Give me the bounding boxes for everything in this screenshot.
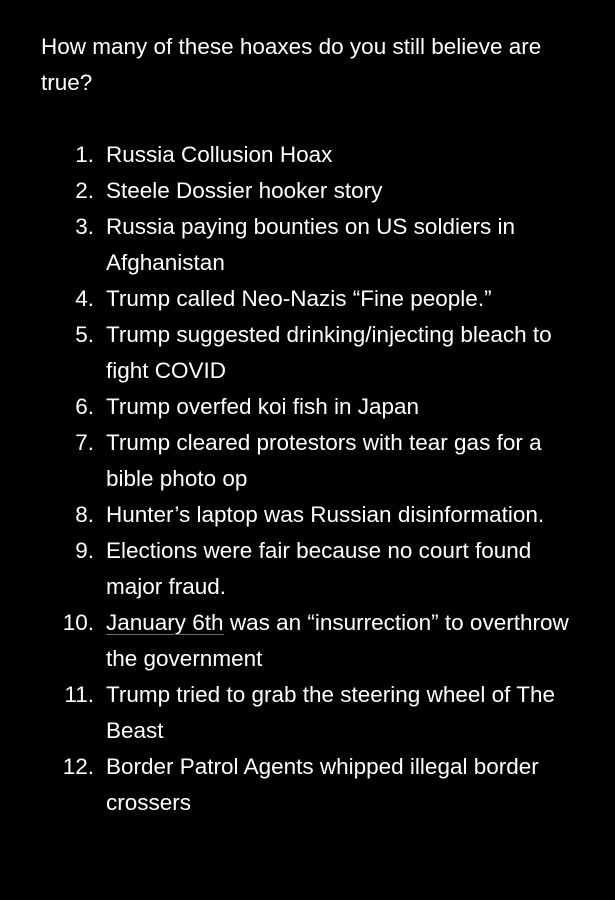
- list-item-number: 4.: [75, 286, 94, 311]
- list-item-number: 8.: [75, 502, 94, 527]
- list-item-text: Russia Collusion Hoax: [106, 142, 333, 167]
- list-item-text: Border Patrol Agents whipped illegal bor…: [106, 754, 539, 815]
- list-item: 11. Trump tried to grab the steering whe…: [41, 677, 586, 749]
- list-item-number: 3.: [75, 214, 94, 239]
- list-item: 2. Steele Dossier hooker story: [41, 173, 586, 209]
- list-item: 6. Trump overfed koi fish in Japan: [41, 389, 586, 425]
- list-item-text: Steele Dossier hooker story: [106, 178, 383, 203]
- list-item-text: Trump overfed koi fish in Japan: [106, 394, 420, 419]
- list-item-number: 1.: [75, 142, 94, 167]
- note-body: How many of these hoaxes do you still be…: [41, 29, 586, 821]
- list-item: 10. January 6th was an “insurrection” to…: [41, 605, 586, 677]
- list-item: 1. Russia Collusion Hoax: [41, 137, 586, 173]
- january-6th-link[interactable]: January 6th: [106, 610, 224, 635]
- list-item-text: Trump cleared protestors with tear gas f…: [106, 430, 542, 491]
- list-item: 5. Trump suggested drinking/injecting bl…: [41, 317, 586, 389]
- list-item-number: 11.: [64, 682, 94, 707]
- hoax-list: 1. Russia Collusion Hoax 2. Steele Dossi…: [41, 137, 586, 821]
- list-item-number: 10.: [62, 610, 94, 635]
- list-item-number: 12.: [62, 754, 94, 779]
- list-item-text: Elections were fair because no court fou…: [106, 538, 532, 599]
- list-item-text: Trump tried to grab the steering wheel o…: [106, 682, 555, 743]
- list-item-text: January 6th was an “insurrection” to ove…: [106, 605, 586, 677]
- list-item: 4. Trump called Neo-Nazis “Fine people.”: [41, 281, 586, 317]
- list-item-text: Trump suggested drinking/injecting bleac…: [106, 322, 552, 383]
- list-item: 3. Russia paying bounties on US soldiers…: [41, 209, 586, 281]
- list-item-number: 2.: [75, 178, 94, 203]
- list-item-number: 9.: [75, 538, 94, 563]
- list-item-text: Trump called Neo-Nazis “Fine people.”: [106, 286, 492, 311]
- list-item: 12. Border Patrol Agents whipped illegal…: [41, 749, 586, 821]
- list-item-number: 7.: [75, 430, 94, 455]
- list-item: 7. Trump cleared protestors with tear ga…: [41, 425, 586, 497]
- list-item: 9. Elections were fair because no court …: [41, 533, 586, 605]
- note-heading: How many of these hoaxes do you still be…: [41, 34, 542, 95]
- list-item-number: 6.: [75, 394, 94, 419]
- list-item-text: Hunter’s laptop was Russian disinformati…: [106, 502, 545, 527]
- list-item: 8. Hunter’s laptop was Russian disinform…: [41, 497, 586, 533]
- list-item-number: 5.: [75, 322, 94, 347]
- list-item-text: Russia paying bounties on US soldiers in…: [106, 214, 515, 275]
